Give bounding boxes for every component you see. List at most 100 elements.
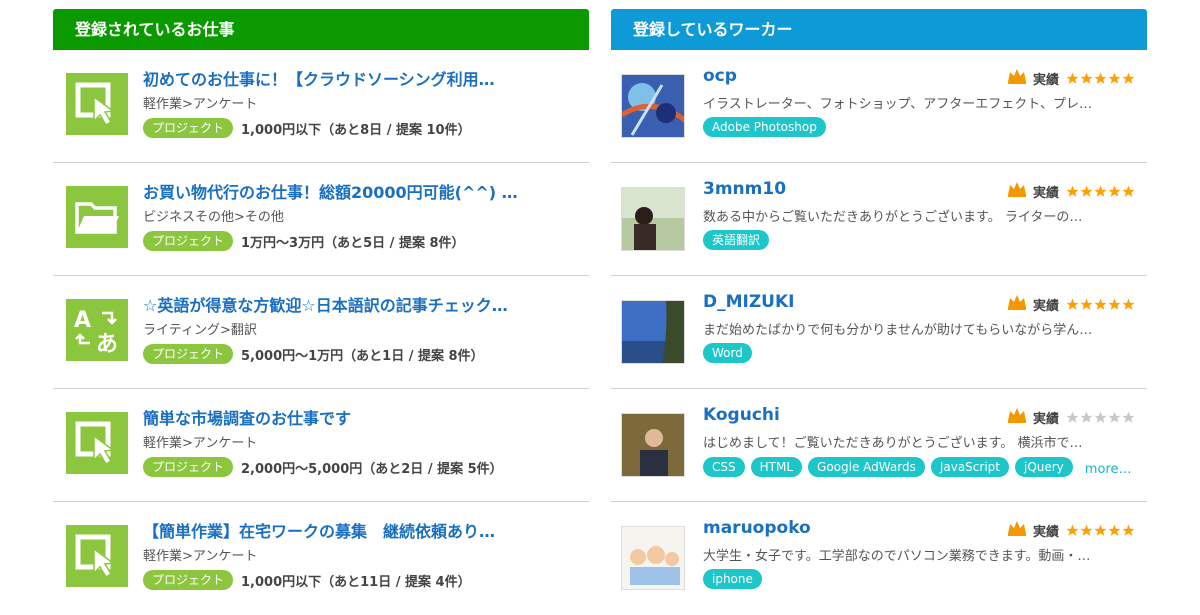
- job-meta: プロジェクト 1万円〜3万円（あと5日 / 提案 8件）: [143, 231, 465, 251]
- job-row[interactable]: 初めてのお仕事に！【クラウドソーシング利用… 軽作業>アンケートプロジェクト 1,0…: [53, 50, 589, 163]
- skill-tag[interactable]: iphone: [703, 569, 762, 589]
- worker-skill-tags: Adobe Photoshop: [703, 117, 832, 137]
- svg-text:A: A: [74, 308, 91, 333]
- worker-rating: 実績: [1007, 294, 1135, 314]
- job-category: 軽作業>アンケート: [143, 97, 258, 112]
- star-icon: [1066, 298, 1079, 310]
- job-price: 1万円〜3万円（あと5日 / 提案 8件）: [241, 235, 465, 251]
- skill-tag[interactable]: HTML: [750, 456, 803, 477]
- workers-list: ocp 実績 イラストレーター、フォトショップ、アフターエフェクト、プレ… Adobe…: [611, 50, 1147, 615]
- worker-rating: 実績: [1007, 68, 1135, 88]
- rating-label: 実績: [1032, 524, 1059, 540]
- skill-tag[interactable]: Adobe Photoshop: [703, 117, 826, 137]
- star-icon: [1094, 185, 1107, 197]
- project-badge: プロジェクト: [143, 457, 234, 477]
- star-icon: [1108, 298, 1121, 310]
- rating-label: 実績: [1032, 298, 1059, 314]
- folder-icon: [66, 186, 128, 248]
- star-icon: [1094, 298, 1107, 310]
- star-icon: [1066, 411, 1079, 423]
- star-rating: [1065, 185, 1135, 198]
- job-row[interactable]: A あ ☆英語が得意な方歓迎☆日本語訳の記事チェック… ライティング>翻訳 プロジェクト…: [53, 276, 589, 389]
- avatar[interactable]: [621, 74, 685, 138]
- star-rating: [1065, 411, 1135, 424]
- job-category: 軽作業>アンケート: [143, 436, 258, 451]
- job-title-link[interactable]: 【簡単作業】在宅ワークの募集 継続依頼あり…: [143, 518, 583, 542]
- star-icon: [1108, 524, 1121, 536]
- avatar[interactable]: [621, 413, 685, 477]
- worker-name-link[interactable]: 3mnm10: [703, 179, 786, 199]
- worker-description: 数ある中からご覧いただきありがとうございます。 ライターの…: [703, 210, 1083, 225]
- worker-name-link[interactable]: D_MIZUKI: [703, 292, 794, 312]
- skill-tag[interactable]: JavaScript: [930, 456, 1009, 477]
- worker-name-link[interactable]: maruopoko: [703, 518, 811, 538]
- svg-text:あ: あ: [96, 332, 118, 355]
- project-badge: プロジェクト: [143, 231, 234, 251]
- job-category: ビジネスその他>その他: [143, 210, 284, 225]
- job-title-link[interactable]: 初めてのお仕事に！【クラウドソーシング利用…: [143, 66, 583, 90]
- worker-name-link[interactable]: Koguchi: [703, 405, 780, 425]
- crown-icon: [1007, 68, 1027, 88]
- job-meta: プロジェクト 1,000円以下（あと8日 / 提案 10件）: [143, 118, 471, 138]
- star-icon: [1080, 72, 1093, 84]
- star-rating: [1065, 298, 1135, 311]
- job-price: 5,000円〜1万円（あと1日 / 提案 8件）: [241, 348, 484, 364]
- more-link[interactable]: more…: [1085, 462, 1132, 477]
- skill-tag[interactable]: Google AdWards: [808, 456, 925, 477]
- worker-skill-tags: 英語翻訳: [703, 230, 775, 250]
- star-icon: [1066, 524, 1079, 536]
- worker-name-link[interactable]: ocp: [703, 66, 737, 86]
- cursor-select-icon: [66, 525, 128, 587]
- rating-label: 実績: [1032, 411, 1059, 427]
- star-icon: [1080, 524, 1093, 536]
- rating-label: 実績: [1032, 185, 1059, 201]
- skill-tag[interactable]: 英語翻訳: [703, 230, 770, 250]
- worker-description: まだ始めたばかりで何も分かりませんが助けてもらいながら学ん…: [703, 323, 1093, 338]
- job-category: 軽作業>アンケート: [143, 549, 258, 564]
- worker-skill-tags: iphone: [703, 569, 768, 589]
- star-rating: [1065, 72, 1135, 85]
- workers-panel-header: 登録しているワーカー: [611, 9, 1147, 50]
- worker-skill-tags: CSS HTML Google AdWards JavaScript jQuery mor…: [703, 456, 1131, 477]
- jobs-panel-header: 登録されているお仕事: [53, 9, 589, 50]
- job-title-link[interactable]: ☆英語が得意な方歓迎☆日本語訳の記事チェック…: [143, 292, 583, 316]
- worker-description: はじめまして！ご覧いただきありがとうございます。 横浜市で…: [703, 436, 1083, 451]
- star-icon: [1080, 298, 1093, 310]
- job-row[interactable]: 簡単な市場調査のお仕事です軽作業>アンケートプロジェクト 2,000円〜5,000…: [53, 389, 589, 502]
- skill-tag[interactable]: jQuery: [1014, 456, 1073, 477]
- crown-icon: [1007, 520, 1027, 540]
- job-row[interactable]: お買い物代行のお仕事！総額20000円可能(^^) … ビジネスその他>その他プロ…: [53, 163, 589, 276]
- job-meta: プロジェクト 2,000円〜5,000円（あと2日 / 提案 5件）: [143, 457, 503, 477]
- job-title-link[interactable]: お買い物代行のお仕事！総額20000円可能(^^) …: [143, 179, 583, 203]
- star-icon: [1066, 185, 1079, 197]
- job-price: 1,000円以下（あと11日 / 提案 4件）: [241, 574, 471, 590]
- cursor-select-icon: [66, 73, 128, 135]
- worker-row[interactable]: ocp 実績イラストレーター、フォトショップ、アフターエフェクト、プレ… Adobe…: [611, 50, 1147, 163]
- worker-row[interactable]: Koguchi 実績はじめまして！ご覧いただきありがとうございます。 横浜市で… C…: [611, 389, 1147, 502]
- cursor-select-icon: [66, 412, 128, 474]
- skill-tag[interactable]: CSS: [703, 456, 745, 477]
- worker-row[interactable]: 3mnm10 実績数ある中からご覧いただきありがとうございます。 ライターの… 英語…: [611, 163, 1147, 276]
- worker-row[interactable]: maruopoko 実績大学生・女子です。工学部なのでパソコン業務できます。動画・…: [611, 502, 1147, 615]
- star-icon: [1122, 524, 1135, 536]
- job-price: 2,000円〜5,000円（あと2日 / 提案 5件）: [241, 461, 503, 477]
- avatar[interactable]: [621, 300, 685, 364]
- job-title-link[interactable]: 簡単な市場調査のお仕事です: [143, 405, 583, 429]
- avatar[interactable]: [621, 187, 685, 251]
- worker-description: 大学生・女子です。工学部なのでパソコン業務できます。動画・…: [703, 549, 1091, 564]
- star-icon: [1122, 298, 1135, 310]
- avatar[interactable]: [621, 526, 685, 590]
- project-badge: プロジェクト: [143, 118, 234, 138]
- project-badge: プロジェクト: [143, 344, 234, 364]
- star-icon: [1066, 72, 1079, 84]
- job-meta: プロジェクト 1,000円以下（あと11日 / 提案 4件）: [143, 570, 471, 590]
- jobs-panel: 登録されているお仕事 初めてのお仕事に！【クラウドソーシング利用… 軽作業>アンケ…: [53, 9, 589, 615]
- star-icon: [1080, 411, 1093, 423]
- worker-row[interactable]: D_MIZUKI 実績まだ始めたばかりで何も分かりませんが助けてもらいながら学ん……: [611, 276, 1147, 389]
- job-row[interactable]: 【簡単作業】在宅ワークの募集 継続依頼あり… 軽作業>アンケートプロジェクト 1,0…: [53, 502, 589, 615]
- skill-tag[interactable]: Word: [703, 343, 752, 363]
- crown-icon: [1007, 407, 1027, 427]
- workers-panel: 登録しているワーカー ocp 実績 イラストレーター、フォトショップ、アフターエフェ…: [611, 9, 1147, 615]
- star-icon: [1108, 185, 1121, 197]
- worker-description: イラストレーター、フォトショップ、アフターエフェクト、プレ…: [703, 97, 1092, 112]
